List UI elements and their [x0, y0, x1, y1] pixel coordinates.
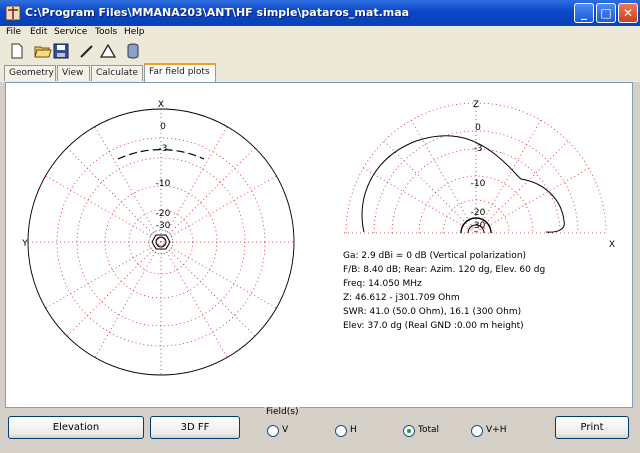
elevation-button[interactable]: Elevation — [8, 416, 144, 439]
elevation-ring-label: -30 — [471, 221, 486, 231]
azimuth-plot: X Y 0 -3 -10 -20 -30 — [21, 100, 295, 376]
window-title: C:\Program Files\MMANA203\ANT\HF simple\… — [25, 6, 410, 19]
field-group-legend: Field(s) — [264, 407, 301, 417]
close-button[interactable]: ✕ — [618, 3, 638, 23]
radio-total[interactable] — [403, 425, 415, 437]
radio-total-label: Total — [418, 425, 440, 435]
azimuth-ring-label: 0 — [160, 122, 166, 132]
tab-far-field-plots[interactable]: Far field plots — [144, 63, 216, 82]
menu-service[interactable]: Service — [54, 27, 87, 37]
info-elevation: Elev: 37.0 dg (Real GND :0.00 m height) — [343, 321, 524, 331]
elevation-axis-diag — [383, 140, 477, 234]
elevation-axis-label-right: X — [609, 240, 615, 250]
menu-edit[interactable]: Edit — [30, 27, 47, 37]
azimuth-axis-label-top: X — [158, 100, 164, 110]
new-file-icon[interactable] — [8, 43, 26, 59]
save-disk-icon[interactable] — [52, 43, 70, 59]
elevation-axis-diag — [362, 167, 477, 234]
tab-strip: Geometry View Calculate Far field plots — [0, 62, 640, 82]
elevation-axis-label-top: Z — [473, 100, 479, 110]
menu-file[interactable]: File — [6, 27, 21, 37]
radio-h-label: H — [350, 425, 357, 435]
azimuth-ring-label: -3 — [159, 144, 168, 154]
azimuth-ring-label: -30 — [156, 221, 171, 231]
3d-ff-button[interactable]: 3D FF — [150, 416, 240, 439]
elevation-pattern-trace — [361, 135, 565, 233]
azimuth-ring-label: -10 — [156, 179, 171, 189]
minimize-button[interactable]: _ — [574, 3, 594, 23]
elevation-ring-label: 0 — [475, 123, 481, 133]
info-impedance: Z: 46.612 - j301.709 Ohm — [343, 293, 460, 303]
menu-bar: File Edit Service Tools Help — [0, 26, 640, 40]
elevation-ring-label: -10 — [471, 179, 486, 189]
elevation-ring-label: -3 — [474, 144, 483, 154]
radio-v-label: V — [282, 425, 289, 435]
title-bar: C:\Program Files\MMANA203\ANT\HF simple\… — [0, 0, 640, 26]
azimuth-ring-label: -20 — [156, 209, 171, 219]
azimuth-axis-label-left: Y — [21, 239, 28, 249]
maximize-button[interactable]: □ — [596, 3, 616, 23]
tab-view[interactable]: View — [57, 65, 90, 81]
info-front-back: F/B: 8.40 dB; Rear: Azim. 120 dg, Elev. … — [343, 265, 546, 275]
elevation-axis-diag — [475, 167, 590, 234]
far-field-plots: X Y 0 -3 -10 -20 -30 Z X 0 -3 -10 -20 -3… — [21, 100, 615, 376]
triangle-icon[interactable] — [99, 43, 117, 59]
toolbar — [0, 40, 640, 63]
tab-geometry[interactable]: Geometry — [4, 65, 56, 81]
database-icon[interactable] — [124, 43, 142, 59]
radio-v-plus-h-label: V+H — [486, 425, 507, 435]
elevation-ring-label: -20 — [471, 208, 486, 218]
tab-calculate[interactable]: Calculate — [91, 65, 143, 81]
info-frequency: Freq: 14.050 MHz — [343, 279, 422, 289]
radio-v[interactable] — [267, 425, 279, 437]
pencil-icon[interactable] — [78, 43, 96, 59]
print-button[interactable]: Print — [555, 416, 629, 439]
info-swr: SWR: 41.0 (50.0 Ohm), 16.1 (300 Ohm) — [343, 307, 522, 317]
elevation-plot: Z X 0 -3 -10 -20 -30 — [344, 100, 615, 250]
open-folder-icon[interactable] — [34, 43, 52, 59]
app-icon — [5, 5, 21, 21]
info-gain: Ga: 2.9 dBi = 0 dB (Vertical polarizatio… — [343, 251, 527, 261]
elevation-axis-diag — [410, 119, 477, 234]
elevation-axis-diag — [475, 140, 569, 234]
menu-tools[interactable]: Tools — [95, 27, 117, 37]
bottom-controls: Elevation 3D FF Field(s) V H Total V+H P… — [0, 407, 640, 453]
far-field-plot-panel: X Y 0 -3 -10 -20 -30 Z X 0 -3 -10 -20 -3… — [5, 82, 633, 408]
menu-help[interactable]: Help — [124, 27, 145, 37]
elevation-axis-diag — [475, 119, 542, 234]
field-group: Field(s) V H Total V+H — [258, 407, 546, 446]
radio-v-plus-h[interactable] — [471, 425, 483, 437]
radio-h[interactable] — [335, 425, 347, 437]
